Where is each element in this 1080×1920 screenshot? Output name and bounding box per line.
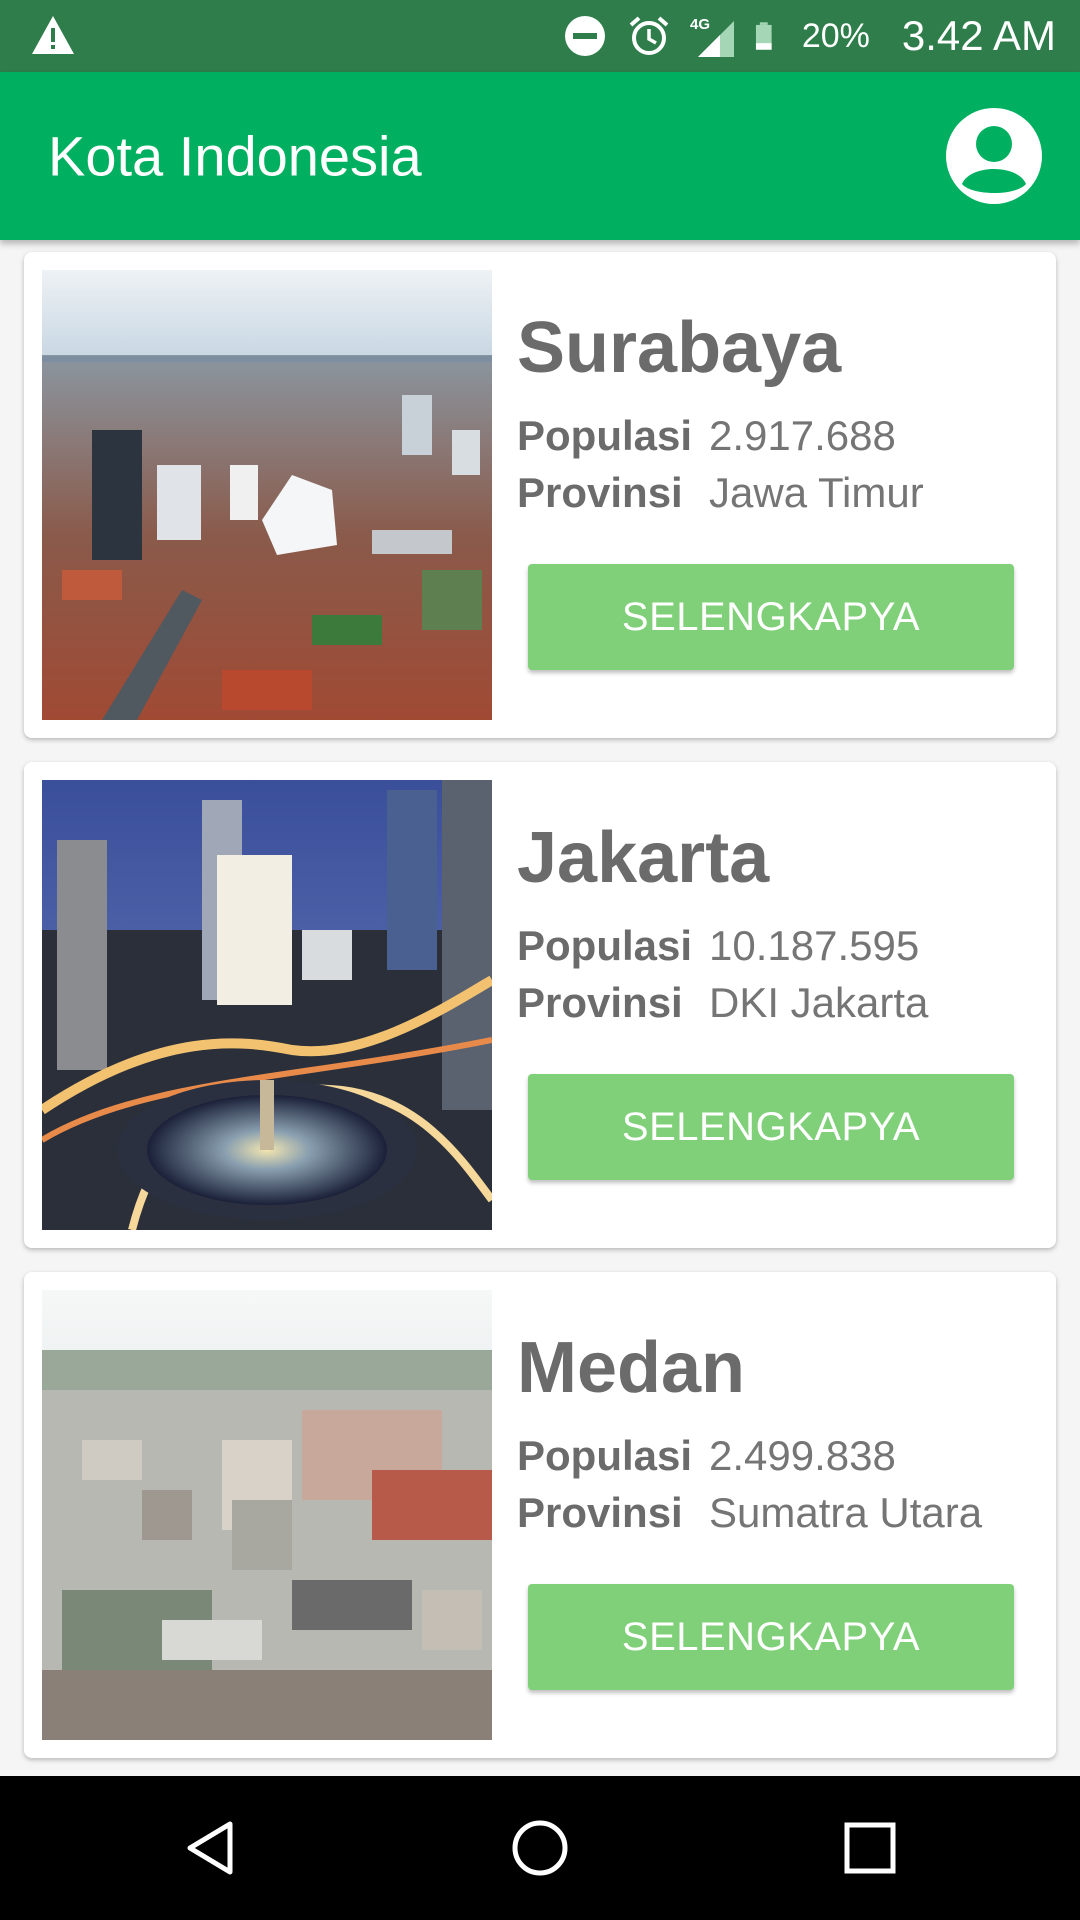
- warning-icon: [32, 16, 74, 54]
- city-name: Surabaya: [517, 308, 842, 388]
- status-bar: 4G 20% 3.42 AM: [0, 0, 1080, 72]
- city-card[interactable]: Jakarta Populasi 10.187.595 Provinsi DKI J…: [24, 762, 1056, 1248]
- page-title: Kota Indonesia: [48, 124, 422, 188]
- app-bar: Kota Indonesia: [0, 72, 1080, 240]
- province-label: Provinsi: [517, 1489, 683, 1536]
- province-row: Provinsi Jawa Timur: [517, 469, 924, 517]
- home-icon[interactable]: [510, 1818, 570, 1878]
- population-value: 2.499.838: [709, 1432, 896, 1479]
- city-image: [42, 270, 492, 720]
- battery-percent: 20%: [801, 16, 870, 55]
- network-label: 4G: [690, 16, 710, 33]
- city-night-roundabout-photo: [42, 780, 492, 1230]
- population-value: 10.187.595: [709, 922, 920, 969]
- city-image: [42, 1290, 492, 1740]
- clock: 3.42 AM: [901, 12, 1056, 59]
- province-row: Provinsi DKI Jakarta: [517, 979, 928, 1027]
- back-icon[interactable]: [180, 1818, 240, 1878]
- population-row: Populasi 2.917.688: [517, 412, 896, 460]
- province-label: Provinsi: [517, 469, 683, 516]
- city-card[interactable]: Surabaya Populasi 2.917.688 Provinsi Jawa …: [24, 252, 1056, 738]
- city-image: [42, 780, 492, 1230]
- screen: 4G 20% 3.42 AM Kota Indonesia Surabaya P…: [0, 0, 1080, 1920]
- population-row: Populasi 10.187.595: [517, 922, 919, 970]
- detail-button[interactable]: SELENGKAPYA: [528, 1584, 1014, 1690]
- recents-icon[interactable]: [840, 1818, 900, 1878]
- signal-4g-icon: 4G: [690, 16, 734, 57]
- city-list[interactable]: Surabaya Populasi 2.917.688 Provinsi Jawa …: [0, 240, 1080, 1776]
- battery-icon: [755, 22, 772, 50]
- alarm-icon: [629, 16, 669, 55]
- province-value: Sumatra Utara: [709, 1489, 983, 1536]
- do-not-disturb-icon: [564, 16, 605, 56]
- detail-button[interactable]: SELENGKAPYA: [528, 564, 1014, 670]
- province-value: DKI Jakarta: [709, 979, 929, 1026]
- population-label: Populasi: [517, 1432, 693, 1479]
- population-label: Populasi: [517, 412, 693, 459]
- population-label: Populasi: [517, 922, 693, 969]
- city-hazy-skyline-photo: [42, 1290, 492, 1740]
- province-label: Provinsi: [517, 979, 683, 1026]
- detail-button[interactable]: SELENGKAPYA: [528, 1074, 1014, 1180]
- navigation-bar: [0, 1776, 1080, 1920]
- city-aerial-photo: [42, 270, 492, 720]
- status-icons: 4G 20% 3.42 AM: [562, 0, 1056, 72]
- city-name: Jakarta: [517, 818, 770, 898]
- province-value: Jawa Timur: [709, 469, 924, 516]
- city-name: Medan: [517, 1328, 746, 1408]
- population-value: 2.917.688: [709, 412, 896, 459]
- province-row: Provinsi Sumatra Utara: [517, 1489, 982, 1537]
- account-circle-icon[interactable]: [944, 106, 1044, 206]
- population-row: Populasi 2.499.838: [517, 1432, 896, 1480]
- city-card[interactable]: Medan Populasi 2.499.838 Provinsi Sumatra …: [24, 1272, 1056, 1758]
